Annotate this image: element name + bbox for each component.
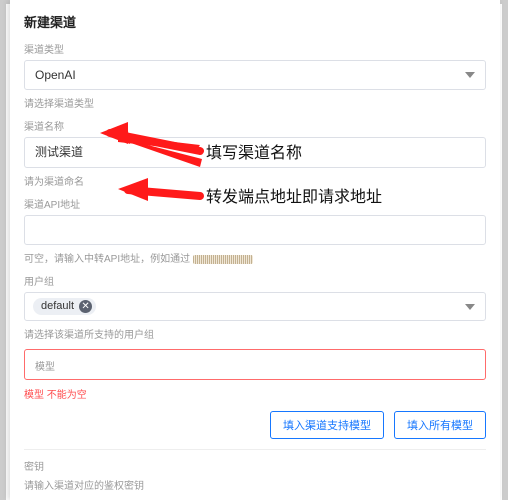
api-label: 渠道API地址 bbox=[24, 196, 486, 211]
group-label: 用户组 bbox=[24, 273, 486, 288]
secret-helper: 请输入渠道对应的鉴权密钥 bbox=[24, 477, 486, 492]
fill-all-button[interactable]: 填入所有模型 bbox=[394, 411, 486, 439]
api-input-wrapper bbox=[24, 215, 486, 245]
name-helper: 请为渠道命名 bbox=[24, 173, 486, 188]
type-helper: 请选择渠道类型 bbox=[24, 95, 486, 110]
name-input-wrapper bbox=[24, 137, 486, 167]
type-label: 渠道类型 bbox=[24, 41, 486, 56]
divider bbox=[24, 449, 486, 450]
chevron-down-icon bbox=[465, 72, 475, 78]
panel-title: 新建渠道 bbox=[24, 12, 486, 31]
model-label: 模型 bbox=[35, 358, 475, 373]
api-helper: 可空，请输入中转API地址，例如通过 bbox=[24, 250, 486, 265]
group-helper: 请选择该渠道所支持的用户组 bbox=[24, 326, 486, 341]
name-label: 渠道名称 bbox=[24, 118, 486, 133]
remove-chip-icon[interactable]: ✕ bbox=[79, 300, 92, 313]
masked-text bbox=[193, 255, 253, 264]
fill-supported-button[interactable]: 填入渠道支持模型 bbox=[270, 411, 384, 439]
create-channel-panel: 新建渠道 渠道类型 OpenAI 请选择渠道类型 渠道名称 请为渠道命名 渠道A… bbox=[10, 0, 500, 500]
name-input[interactable] bbox=[35, 145, 475, 159]
model-error: 模型 不能为空 bbox=[24, 386, 486, 401]
api-input[interactable] bbox=[35, 223, 475, 237]
group-chip: default ✕ bbox=[33, 298, 96, 315]
model-field[interactable]: 模型 bbox=[24, 349, 486, 380]
chevron-down-icon bbox=[465, 304, 475, 310]
type-select-value: OpenAI bbox=[35, 68, 76, 82]
type-select[interactable]: OpenAI bbox=[24, 60, 486, 90]
group-chip-label: default bbox=[41, 300, 74, 313]
group-select[interactable]: default ✕ bbox=[24, 292, 486, 321]
secret-label: 密钥 bbox=[24, 458, 486, 473]
